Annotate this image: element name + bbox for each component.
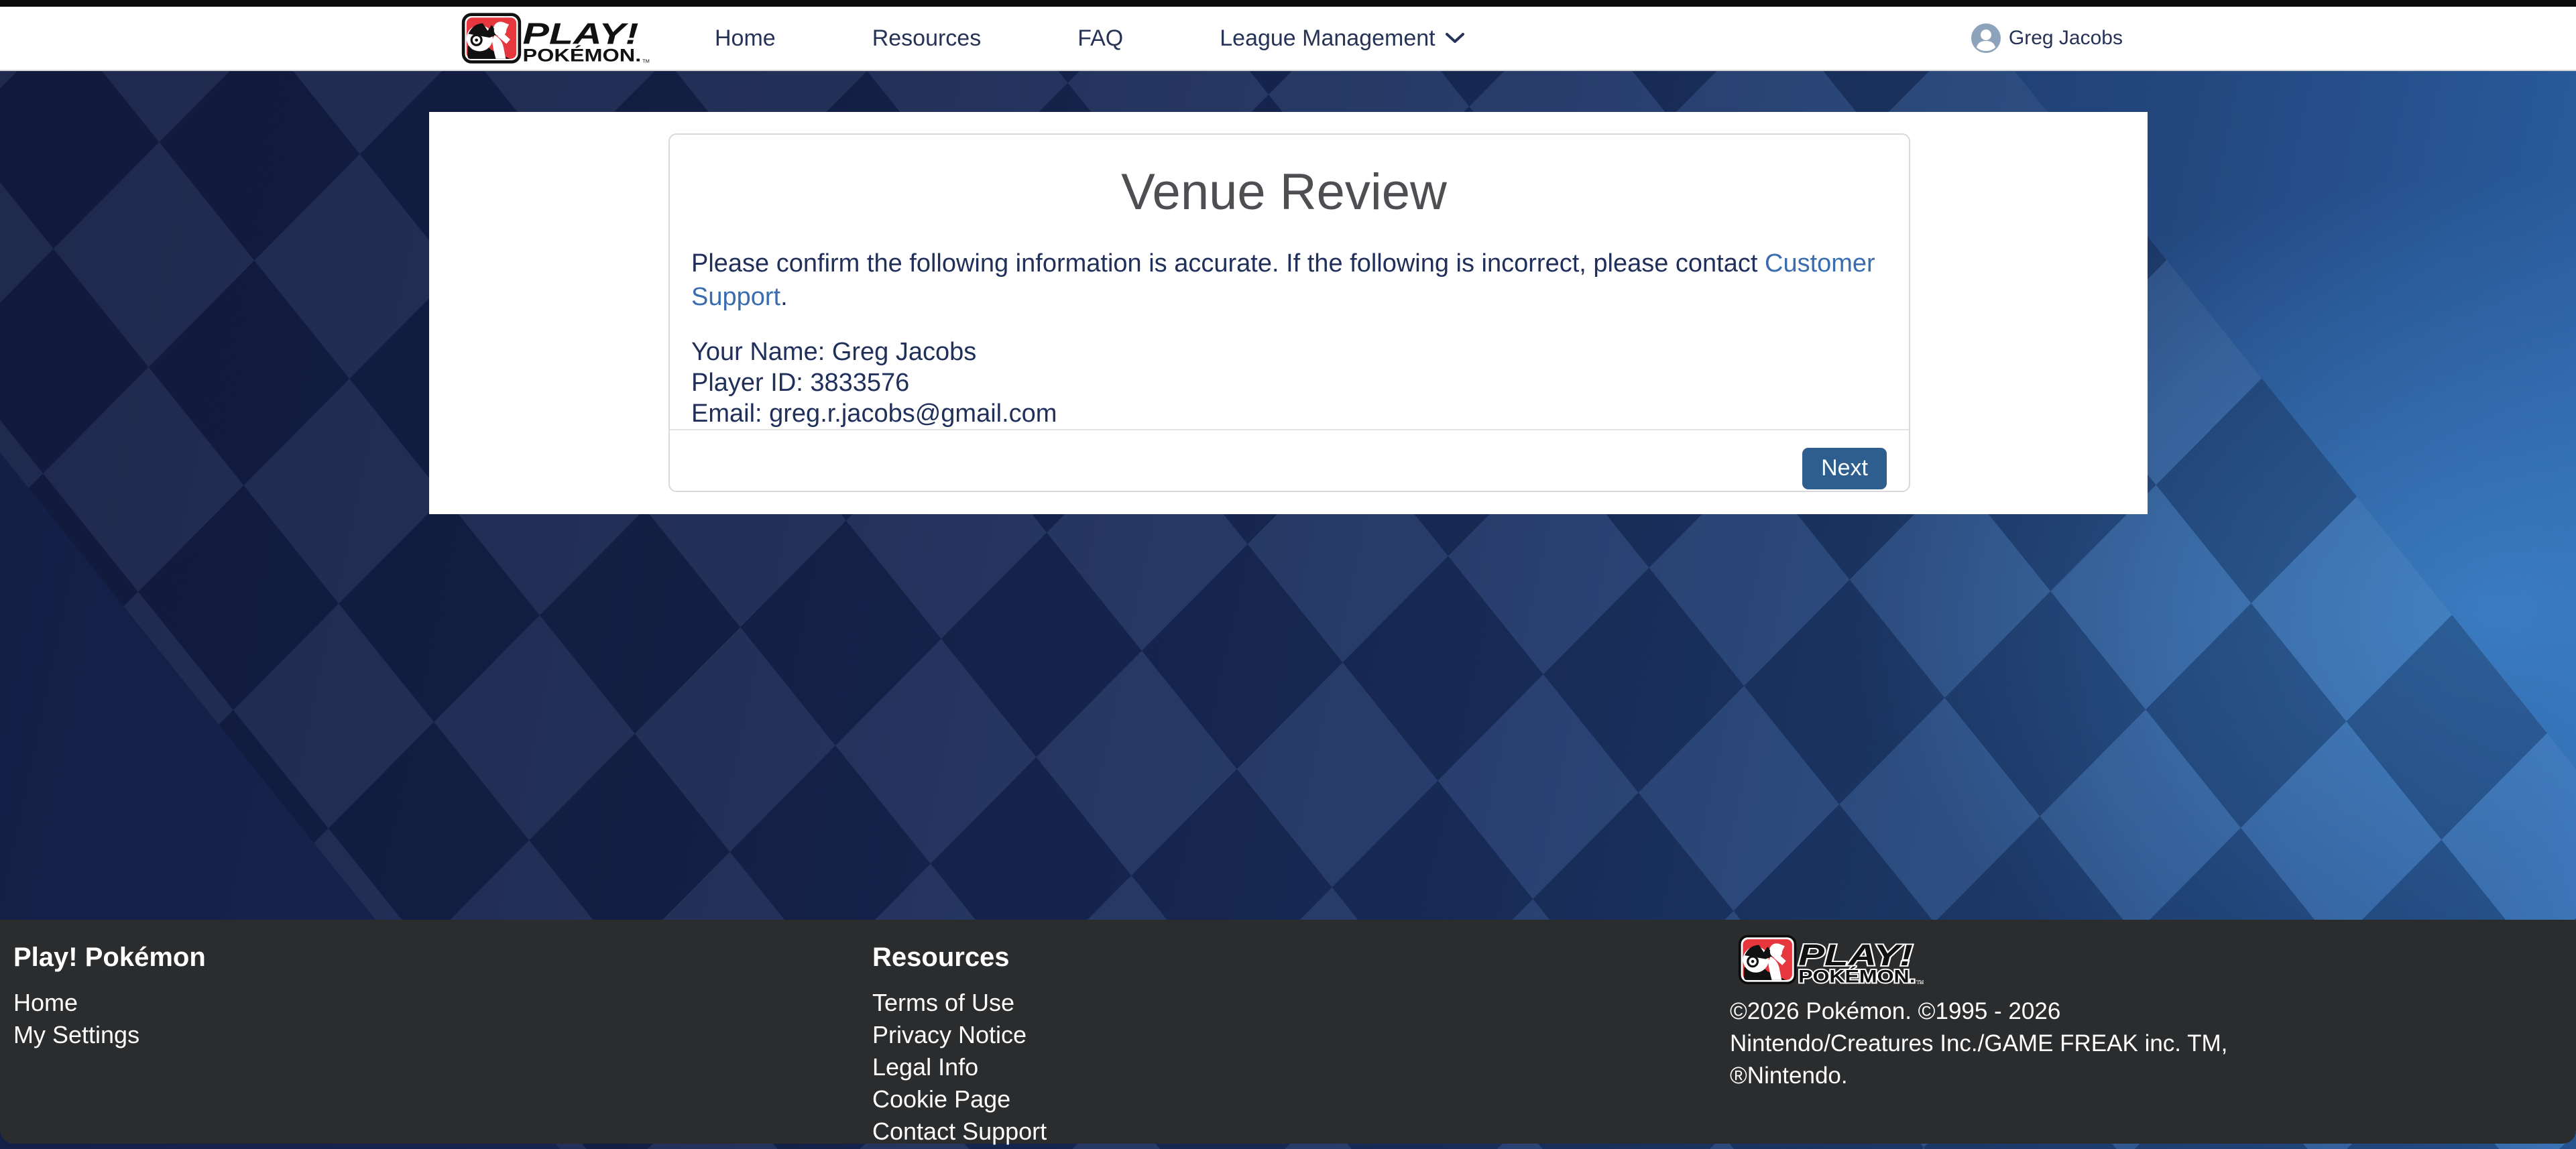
brand-tm-text: TM bbox=[642, 58, 650, 64]
chevron-down-icon bbox=[1445, 32, 1465, 44]
player-id-line: Player ID: 3833576 bbox=[691, 367, 1877, 398]
main-content-panel: Venue Review Please confirm the followin… bbox=[429, 112, 2148, 514]
nav-home[interactable]: Home bbox=[715, 25, 776, 52]
site-footer: Play! Pokémon Home My Settings Resources… bbox=[0, 920, 2576, 1144]
main-nav: Home Resources FAQ League Management bbox=[715, 25, 1465, 52]
player-info-block: Your Name: Greg Jacobs Player ID: 383357… bbox=[691, 337, 1877, 429]
footer-heading-play-pokemon: Play! Pokémon bbox=[13, 941, 206, 973]
footer-link-home[interactable]: Home bbox=[13, 987, 206, 1019]
player-name-line: Your Name: Greg Jacobs bbox=[691, 337, 1877, 367]
confirm-instructions: Please confirm the following information… bbox=[691, 247, 1877, 314]
copyright-line-3: ®Nintendo. bbox=[1730, 1060, 2227, 1092]
nav-faq[interactable]: FAQ bbox=[1077, 25, 1123, 52]
brand-logo-link[interactable]: PLAY! POKÉMON. TM bbox=[453, 11, 654, 65]
top-nav-bar: PLAY! POKÉMON. TM Home Resources FAQ Lea… bbox=[0, 0, 2576, 71]
copyright-text: ©2026 Pokémon. ©1995 - 2026 Nintendo/Cre… bbox=[1730, 995, 2227, 1092]
nav-faq-label: FAQ bbox=[1077, 25, 1123, 52]
footer-link-contact-support[interactable]: Contact Support bbox=[872, 1115, 1047, 1148]
user-name-label: Greg Jacobs bbox=[2009, 27, 2123, 50]
confirm-instructions-suffix: . bbox=[780, 283, 788, 311]
page: PLAY! POKÉMON. TM Home Resources FAQ Lea… bbox=[0, 0, 2576, 1149]
user-menu[interactable]: Greg Jacobs bbox=[1971, 23, 2123, 53]
nav-home-label: Home bbox=[715, 25, 776, 52]
footer-link-terms-of-use[interactable]: Terms of Use bbox=[872, 987, 1047, 1019]
footer-column-legal: PLAY! POKÉMON. TM ©2026 Pokémon. ©1995 -… bbox=[1730, 920, 2227, 1092]
footer-heading-resources: Resources bbox=[872, 941, 1047, 973]
footer-play-pokemon-logo-icon: PLAY! POKÉMON. TM bbox=[1730, 933, 1928, 986]
venue-review-card: Venue Review Please confirm the followin… bbox=[668, 133, 1910, 492]
confirm-instructions-prefix: Please confirm the following information… bbox=[691, 249, 1765, 278]
avatar-icon bbox=[1971, 23, 2001, 53]
copyright-line-2: Nintendo/Creatures Inc./GAME FREAK inc. … bbox=[1730, 1028, 2227, 1060]
nav-league-management[interactable]: League Management bbox=[1220, 25, 1464, 52]
card-footer: Next bbox=[670, 429, 1909, 492]
brand-pokemon-text: POKÉMON. bbox=[522, 44, 641, 65]
next-button[interactable]: Next bbox=[1802, 448, 1887, 489]
footer-column-resources: Resources Terms of Use Privacy Notice Le… bbox=[872, 920, 1047, 1148]
footer-link-privacy-notice[interactable]: Privacy Notice bbox=[872, 1019, 1047, 1051]
copyright-line-1: ©2026 Pokémon. ©1995 - 2026 bbox=[1730, 995, 2227, 1028]
player-email-line: Email: greg.r.jacobs@gmail.com bbox=[691, 398, 1877, 429]
footer-brand-pokemon-text: POKÉMON. bbox=[1798, 966, 1916, 986]
page-title: Venue Review bbox=[691, 163, 1877, 221]
footer-link-my-settings[interactable]: My Settings bbox=[13, 1019, 206, 1051]
footer-link-cookie-page[interactable]: Cookie Page bbox=[872, 1083, 1047, 1115]
play-pokemon-logo-icon: PLAY! POKÉMON. TM bbox=[453, 11, 654, 65]
venue-review-card-body: Venue Review Please confirm the followin… bbox=[670, 135, 1909, 429]
footer-brand-tm-text: TM bbox=[1916, 979, 1924, 985]
nav-league-management-label: League Management bbox=[1220, 25, 1435, 52]
footer-column-play-pokemon: Play! Pokémon Home My Settings bbox=[13, 920, 206, 1051]
nav-resources[interactable]: Resources bbox=[872, 25, 982, 52]
footer-link-legal-info[interactable]: Legal Info bbox=[872, 1051, 1047, 1083]
nav-resources-label: Resources bbox=[872, 25, 982, 52]
